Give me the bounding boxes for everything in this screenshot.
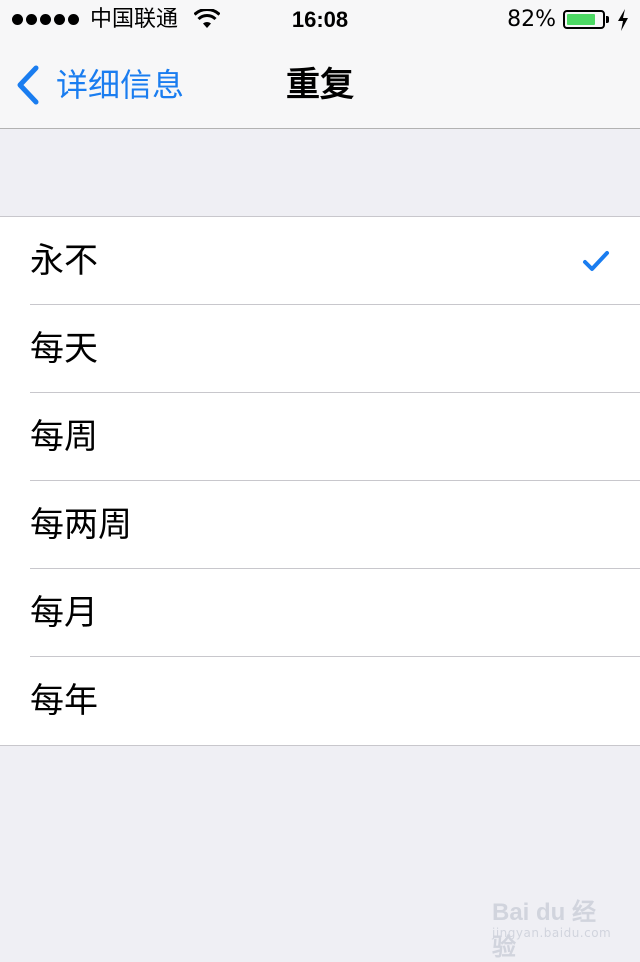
option-label: 每周 <box>30 417 98 457</box>
bolt-icon <box>618 9 628 31</box>
status-bar: 中国联通 16:08 82% <box>0 0 640 40</box>
battery-icon <box>563 10 605 29</box>
option-label: 每月 <box>30 593 98 633</box>
watermark-url: jingyan.baidu.com <box>492 926 612 940</box>
navigation-bar: 详细信息 重复 <box>0 40 640 129</box>
option-weekly[interactable]: 每周 <box>0 392 640 481</box>
option-never[interactable]: 永不 <box>0 217 640 305</box>
page-title: 重复 <box>286 65 354 105</box>
option-daily[interactable]: 每天 <box>0 304 640 393</box>
option-label: 每天 <box>30 329 98 369</box>
option-monthly[interactable]: 每月 <box>0 568 640 657</box>
watermark-logo: Bai du 经验 jingyan.baidu.com <box>492 888 612 961</box>
option-biweekly[interactable]: 每两周 <box>0 480 640 569</box>
checkmark-icon <box>583 251 609 271</box>
battery-nub <box>606 16 609 23</box>
option-label: 每两周 <box>30 505 132 545</box>
repeat-options-list: 永不 每天 每周 每两周 每月 每年 <box>0 216 640 746</box>
option-label: 永不 <box>30 241 98 281</box>
option-label: 每年 <box>30 681 98 721</box>
option-yearly[interactable]: 每年 <box>0 656 640 745</box>
battery-percent: 82% <box>507 7 556 32</box>
